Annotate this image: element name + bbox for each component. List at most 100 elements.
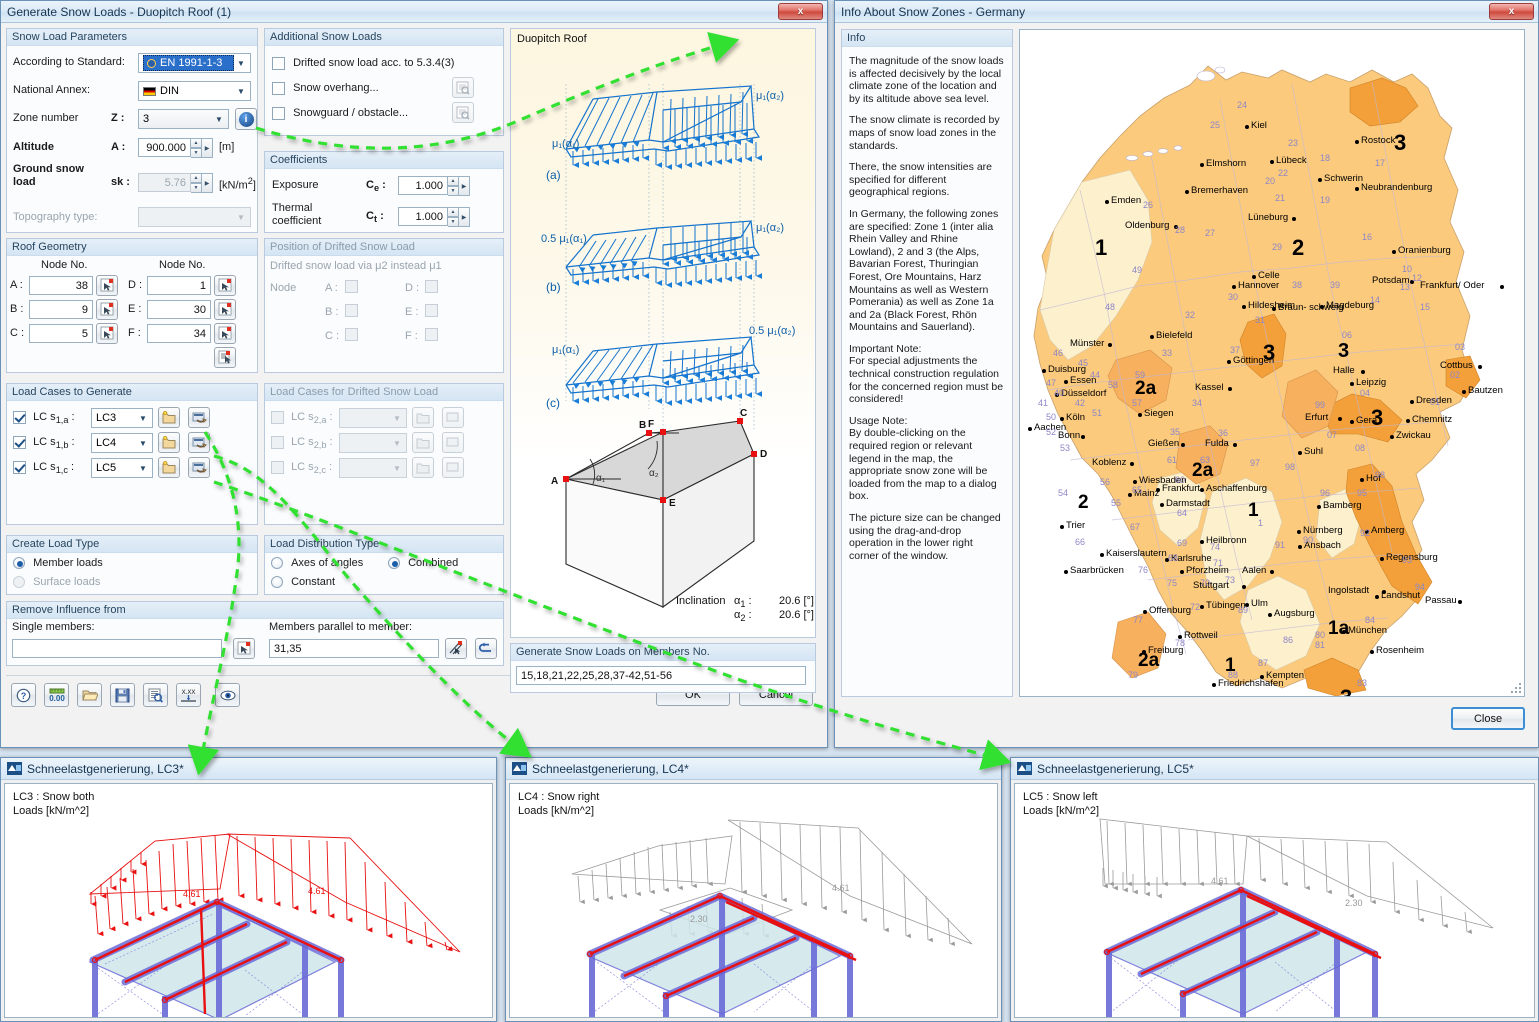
ground-snow-more-button: ▶	[202, 173, 213, 193]
drifted-snow-checkbox-row[interactable]: Drifted snow load acc. to 5.3.4(3)	[272, 57, 454, 70]
group-create-load-type: Create Load Type Member loads Surface lo…	[6, 535, 258, 595]
node-d-input[interactable]: 1	[147, 276, 211, 295]
close-button[interactable]: x	[778, 3, 823, 20]
zone-combo[interactable]: 3 ▼	[138, 109, 229, 129]
node-a-input[interactable]: 38	[29, 276, 93, 295]
pick-node-a-button[interactable]	[96, 275, 118, 296]
spin-down-icon[interactable]: ▼	[448, 186, 459, 196]
decimal-places-button[interactable]: X.XX	[176, 683, 201, 707]
spin-down-icon[interactable]: ▼	[191, 148, 202, 158]
map-city-dot	[1233, 443, 1237, 447]
pick-all-nodes-button[interactable]	[214, 347, 236, 368]
pick-node-f-button[interactable]	[214, 323, 236, 344]
altitude-more-button[interactable]: ▶	[202, 138, 213, 158]
pick-node-e-button[interactable]	[214, 299, 236, 320]
thermal-more-button[interactable]: ▶	[459, 207, 470, 227]
render-svg-lc5: 4.61 2.30	[1099, 818, 1494, 1017]
map-zone-label: 1	[1095, 235, 1108, 260]
snow-overhang-checkbox[interactable]	[272, 82, 285, 95]
pick-node-b-button[interactable]	[96, 299, 118, 320]
pick-parallel-members-button[interactable]	[445, 638, 467, 659]
lc-s1b-edit-button[interactable]	[188, 432, 210, 453]
pick-single-members-button[interactable]	[233, 638, 255, 659]
constant-radio[interactable]	[271, 576, 283, 589]
thermal-input[interactable]: 1.000	[398, 207, 448, 226]
snowguard-detail-button[interactable]	[452, 102, 474, 123]
germany-snow-zone-map[interactable]: 1 2 3 3 2a 2 2a 1 3 3 1a 2a 1 3 KielRost…	[1019, 29, 1525, 697]
pick-node-d-button[interactable]	[214, 275, 236, 296]
member-loads-radio[interactable]	[13, 557, 25, 570]
axes-of-angles-radio[interactable]	[271, 557, 283, 570]
spin-up-icon[interactable]: ▲	[191, 138, 202, 148]
lc-s1c-edit-button[interactable]	[188, 457, 210, 478]
print-preview-button[interactable]	[143, 683, 168, 707]
topography-label: Topography type:	[13, 211, 98, 223]
chevron-down-icon: ▼	[393, 463, 401, 473]
members-list-input[interactable]: 15,18,21,22,25,28,37-42,51-56	[516, 666, 806, 685]
snowguard-checkbox[interactable]	[272, 107, 285, 120]
lc-s1a-new-button[interactable]	[158, 407, 180, 428]
info-titlebar: Info About Snow Zones - Germany x	[835, 1, 1538, 23]
open-button[interactable]	[77, 683, 102, 707]
exposure-input[interactable]: 1.000	[398, 176, 448, 195]
node-e-label: E :	[128, 303, 142, 315]
spin-up-icon[interactable]: ▲	[448, 176, 459, 186]
ground-snow-spinner[interactable]: 5.76 ▲ ▼ ▶	[138, 173, 213, 193]
units-button[interactable]: 0.00	[44, 683, 69, 707]
visibility-button[interactable]	[215, 683, 240, 707]
parallel-members-input[interactable]: 31,35	[269, 639, 439, 658]
lc-s1a-checkbox[interactable]	[13, 411, 26, 424]
render-canvas-lc5[interactable]: LC5 : Snow left Loads [kN/m^2] 4.61 2.30	[1014, 783, 1535, 1018]
node-marker-a	[563, 476, 569, 482]
altitude-input[interactable]: 900.000	[138, 138, 191, 157]
drift-f-label: F :	[405, 330, 418, 342]
snow-overhang-detail-button[interactable]	[452, 77, 474, 98]
help-button[interactable]: ?	[11, 683, 36, 707]
lc-s1b-new-button[interactable]	[158, 432, 180, 453]
drifted-snow-checkbox[interactable]	[272, 57, 285, 70]
render-canvas-lc3[interactable]: LC3 : Snow both Loads [kN/m^2] 4.61 4.61	[4, 783, 493, 1018]
node-b-input[interactable]: 9	[29, 300, 93, 319]
zone-info-button[interactable]: i	[235, 108, 257, 130]
altitude-unit: [m]	[219, 141, 235, 153]
map-city-dot	[1370, 650, 1374, 654]
thermal-spin-buttons[interactable]: ▲ ▼	[448, 207, 459, 227]
save-button[interactable]	[110, 683, 135, 707]
pick-node-icon	[218, 326, 231, 340]
national-annex-combo[interactable]: DIN ▼	[138, 81, 251, 101]
resize-grip-icon[interactable]	[1509, 681, 1523, 695]
altitude-spin-buttons[interactable]: ▲ ▼	[191, 138, 202, 158]
lc-s1c-combo[interactable]: LC5 ▼	[91, 458, 153, 478]
spin-up-icon[interactable]: ▲	[448, 207, 459, 217]
standard-combo[interactable]: EN 1991-1-3 ▼	[138, 53, 251, 73]
reset-parallel-members-button[interactable]	[475, 638, 497, 659]
combined-radio-row[interactable]: Combined	[388, 557, 458, 570]
node-c-input[interactable]: 5	[29, 324, 93, 343]
pick-node-c-button[interactable]	[96, 323, 118, 344]
snow-overhang-checkbox-row[interactable]: Snow overhang...	[272, 82, 379, 95]
render-canvas-lc4[interactable]: LC4 : Snow right Loads [kN/m^2] 2.30 4.6…	[509, 783, 998, 1018]
axes-of-angles-radio-row[interactable]: Axes of angles	[271, 557, 363, 570]
spin-down-icon[interactable]: ▼	[448, 217, 459, 227]
info-close-action-button[interactable]: Close	[1451, 707, 1525, 730]
single-members-input[interactable]	[12, 639, 222, 658]
info-close-button[interactable]: x	[1489, 3, 1534, 20]
lc-s1a-combo[interactable]: LC3 ▼	[91, 408, 153, 428]
combined-radio[interactable]	[388, 557, 400, 570]
lc-s1b-combo[interactable]: LC4 ▼	[91, 433, 153, 453]
lc-s1c-checkbox[interactable]	[13, 461, 26, 474]
thermal-spinner[interactable]: 1.000 ▲ ▼ ▶	[398, 207, 470, 227]
snowguard-checkbox-row[interactable]: Snowguard / obstacle...	[272, 107, 408, 120]
exposure-spinner[interactable]: 1.000 ▲ ▼ ▶	[398, 176, 470, 196]
node-f-input[interactable]: 34	[147, 324, 211, 343]
lc-s1a-edit-button[interactable]	[188, 407, 210, 428]
node-e-input[interactable]: 30	[147, 300, 211, 319]
altitude-spinner[interactable]: 900.000 ▲ ▼ ▶	[138, 138, 213, 158]
constant-radio-row[interactable]: Constant	[271, 576, 335, 589]
member-loads-radio-row[interactable]: Member loads	[13, 557, 103, 570]
lc-s1a-row: LC s1,a :	[13, 411, 75, 426]
exposure-more-button[interactable]: ▶	[459, 176, 470, 196]
lc-s1c-new-button[interactable]	[158, 457, 180, 478]
lc-s1b-checkbox[interactable]	[13, 436, 26, 449]
exposure-spin-buttons[interactable]: ▲ ▼	[448, 176, 459, 196]
